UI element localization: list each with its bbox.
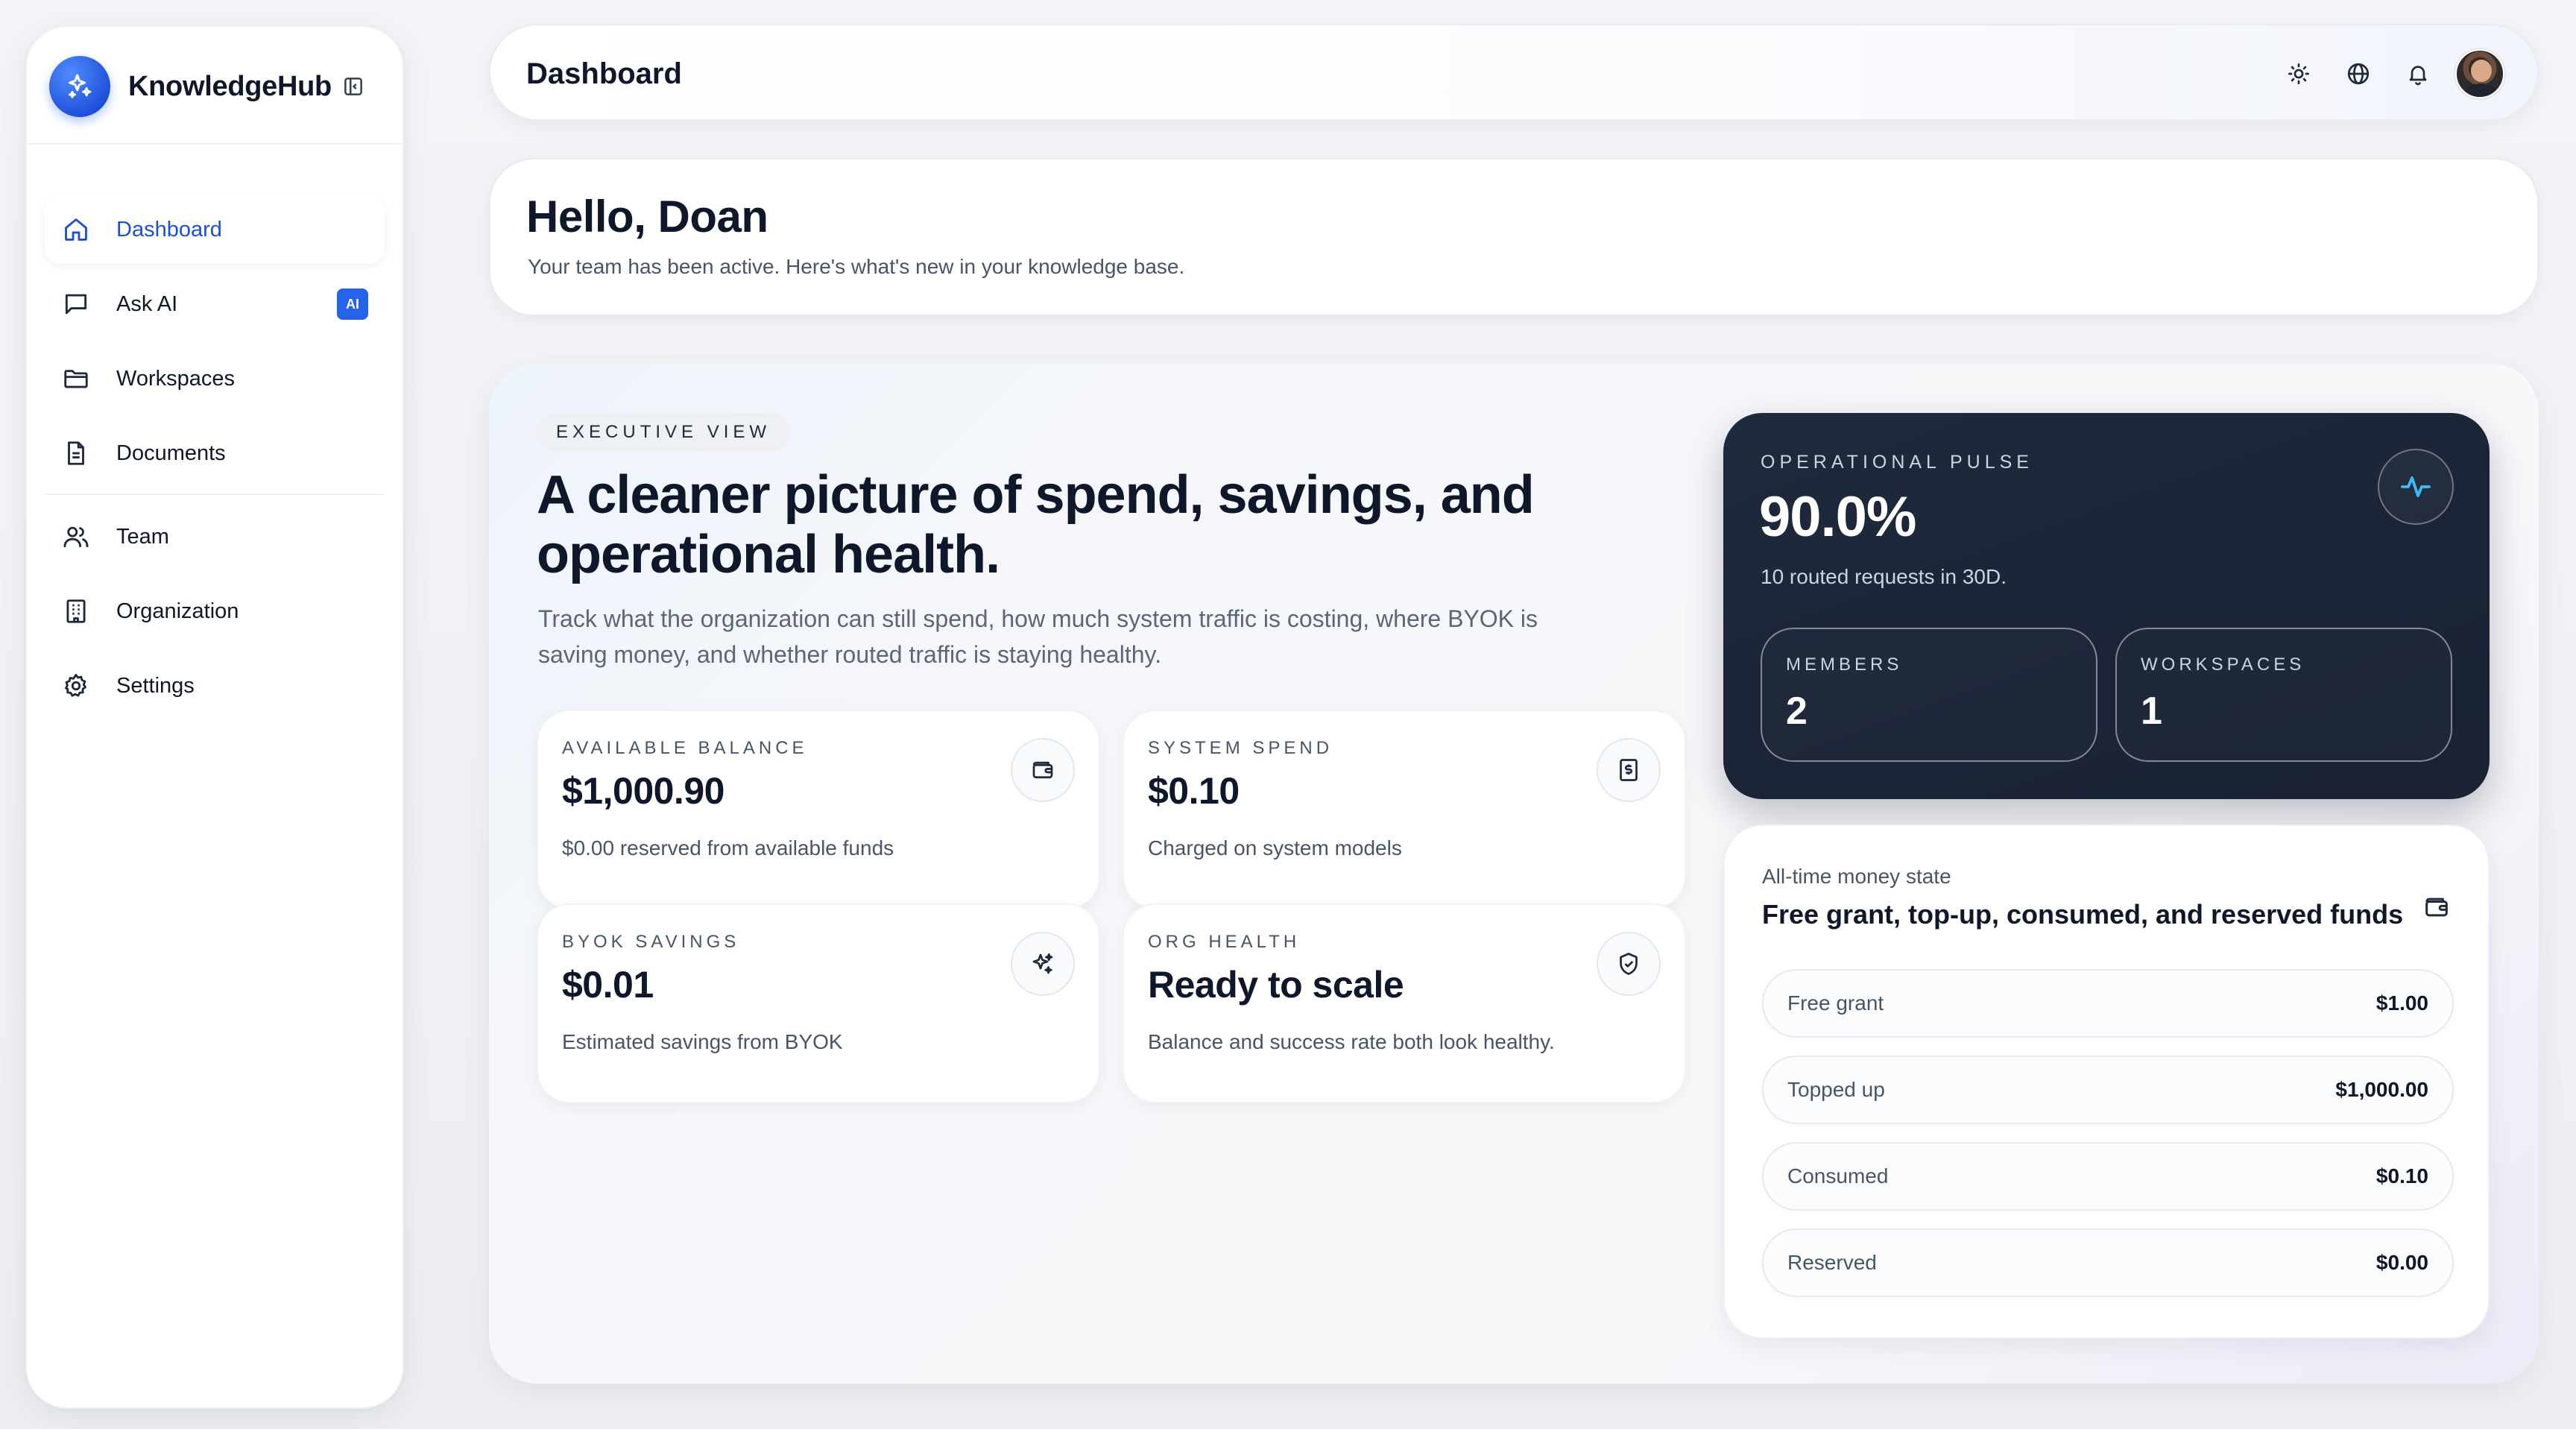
- stat-card-system-spend: SYSTEM SPEND $0.10 Charged on system mod…: [1123, 710, 1686, 909]
- stat-value: $0.10: [1148, 770, 1240, 812]
- activity-icon: [2378, 449, 2454, 525]
- stat-card-available-balance: AVAILABLE BALANCE $1,000.90 $0.00 reserv…: [537, 710, 1100, 909]
- sidebar-item-label: Organization: [116, 599, 239, 623]
- stat-note: $0.00 reserved from available funds: [562, 836, 894, 859]
- stat-label: AVAILABLE BALANCE: [562, 738, 808, 758]
- pulse-note: 10 routed requests in 30D.: [1761, 565, 2007, 588]
- receipt-dollar-icon: [1597, 738, 1661, 802]
- sidebar-divider: [27, 143, 402, 145]
- sidebar-item-ask-ai[interactable]: Ask AI AI: [45, 270, 385, 338]
- money-eyebrow: All-time money state: [1762, 865, 1951, 888]
- money-row-consumed: Consumed $0.10: [1762, 1142, 2454, 1211]
- operational-pulse-card: OPERATIONAL PULSE 90.0% 10 routed reques…: [1723, 413, 2490, 799]
- sidebar-item-documents[interactable]: Documents: [45, 419, 385, 488]
- sidebar-item-label: Dashboard: [116, 217, 222, 242]
- sidebar-collapse-icon[interactable]: [337, 70, 370, 103]
- header-actions: [2269, 25, 2504, 122]
- stat-value: Ready to scale: [1148, 964, 1404, 1006]
- money-row-label: Free grant: [1787, 991, 1884, 1015]
- ai-badge: AI: [337, 288, 368, 320]
- workspaces-value: 1: [2141, 690, 2162, 733]
- sidebar-item-settings[interactable]: Settings: [45, 652, 385, 720]
- members-value: 2: [1786, 690, 1808, 733]
- stat-label: BYOK SAVINGS: [562, 932, 740, 952]
- executive-panel: EXECUTIVE VIEW A cleaner picture of spen…: [489, 364, 2539, 1384]
- money-row-label: Reserved: [1787, 1251, 1877, 1274]
- money-state-card: All-time money state Free grant, top-up,…: [1723, 824, 2490, 1339]
- money-row-reserved: Reserved $0.00: [1762, 1228, 2454, 1297]
- sparkle-logo-icon: [49, 56, 110, 117]
- sun-icon[interactable]: [2269, 44, 2329, 104]
- members-tile: MEMBERS 2: [1761, 628, 2097, 762]
- gear-icon: [61, 671, 91, 701]
- workspaces-tile: WORKSPACES 1: [2115, 628, 2452, 762]
- page-title: Dashboard: [526, 57, 682, 90]
- stat-card-org-health: ORG HEALTH Ready to scale Balance and su…: [1123, 903, 1686, 1103]
- stat-label: SYSTEM SPEND: [1148, 738, 1333, 758]
- sidebar: KnowledgeHub Dashboard Ask AI AI Workspa…: [25, 25, 404, 1409]
- brand-name: KnowledgeHub: [128, 70, 332, 102]
- sidebar-item-organization[interactable]: Organization: [45, 577, 385, 646]
- stat-note: Charged on system models: [1148, 836, 1402, 859]
- money-row-topped-up: Topped up $1,000.00: [1762, 1056, 2454, 1124]
- greeting-subtitle: Your team has been active. Here's what's…: [528, 255, 1185, 278]
- sidebar-item-label: Team: [116, 524, 169, 549]
- stat-label: ORG HEALTH: [1148, 932, 1301, 952]
- globe-icon[interactable]: [2329, 44, 2388, 104]
- sidebar-item-label: Settings: [116, 673, 195, 698]
- bell-icon[interactable]: [2388, 44, 2448, 104]
- money-title: Free grant, top-up, consumed, and reserv…: [1762, 899, 2404, 930]
- wallet-icon: [2418, 889, 2455, 926]
- sidebar-item-team[interactable]: Team: [45, 502, 385, 571]
- sidebar-item-dashboard[interactable]: Dashboard: [45, 195, 385, 264]
- folder-icon: [61, 364, 91, 394]
- brand[interactable]: KnowledgeHub: [49, 54, 380, 119]
- sidebar-item-label: Documents: [116, 441, 226, 465]
- stat-note: Balance and success rate both look healt…: [1148, 1030, 1555, 1053]
- greeting-card: Hello, Doan Your team has been active. H…: [489, 158, 2539, 316]
- pulse-value: 90.0%: [1759, 485, 1916, 549]
- pulse-label: OPERATIONAL PULSE: [1761, 452, 2033, 473]
- document-icon: [61, 438, 91, 468]
- sparkles-icon: [1011, 932, 1075, 996]
- money-row-value: $0.00: [2375, 1251, 2428, 1274]
- wallet-icon: [1011, 738, 1075, 802]
- executive-eyebrow: EXECUTIVE VIEW: [537, 413, 791, 452]
- stat-value: $0.01: [562, 964, 654, 1006]
- stat-card-byok-savings: BYOK SAVINGS $0.01 Estimated savings fro…: [537, 903, 1100, 1103]
- money-row-label: Consumed: [1787, 1164, 1889, 1187]
- chat-icon: [61, 289, 91, 319]
- greeting-title: Hello, Doan: [526, 192, 768, 242]
- sidebar-item-label: Workspaces: [116, 366, 236, 391]
- money-row-value: $1.00: [2375, 991, 2428, 1015]
- stat-note: Estimated savings from BYOK: [562, 1030, 843, 1053]
- avatar[interactable]: [2455, 49, 2504, 98]
- members-label: MEMBERS: [1786, 654, 1903, 675]
- sidebar-item-workspaces[interactable]: Workspaces: [45, 344, 385, 413]
- users-icon: [61, 522, 91, 552]
- stat-value: $1,000.90: [562, 770, 724, 812]
- sidebar-nav: Dashboard Ask AI AI Workspaces Documents…: [45, 195, 385, 726]
- sidebar-separator: [45, 493, 385, 495]
- workspaces-label: WORKSPACES: [2141, 654, 2305, 675]
- home-icon: [61, 215, 91, 245]
- money-row-value: $0.10: [2375, 1164, 2428, 1187]
- top-bar: Dashboard: [489, 24, 2539, 121]
- money-row-free-grant: Free grant $1.00: [1762, 969, 2454, 1038]
- building-icon: [61, 596, 91, 626]
- executive-title: A cleaner picture of spend, savings, and…: [537, 465, 1535, 584]
- sidebar-item-label: Ask AI: [116, 291, 178, 316]
- money-row-label: Topped up: [1787, 1078, 1885, 1101]
- executive-description: Track what the organization can still sp…: [538, 605, 1538, 668]
- money-row-value: $1,000.00: [2335, 1078, 2428, 1101]
- shield-check-icon: [1597, 932, 1661, 996]
